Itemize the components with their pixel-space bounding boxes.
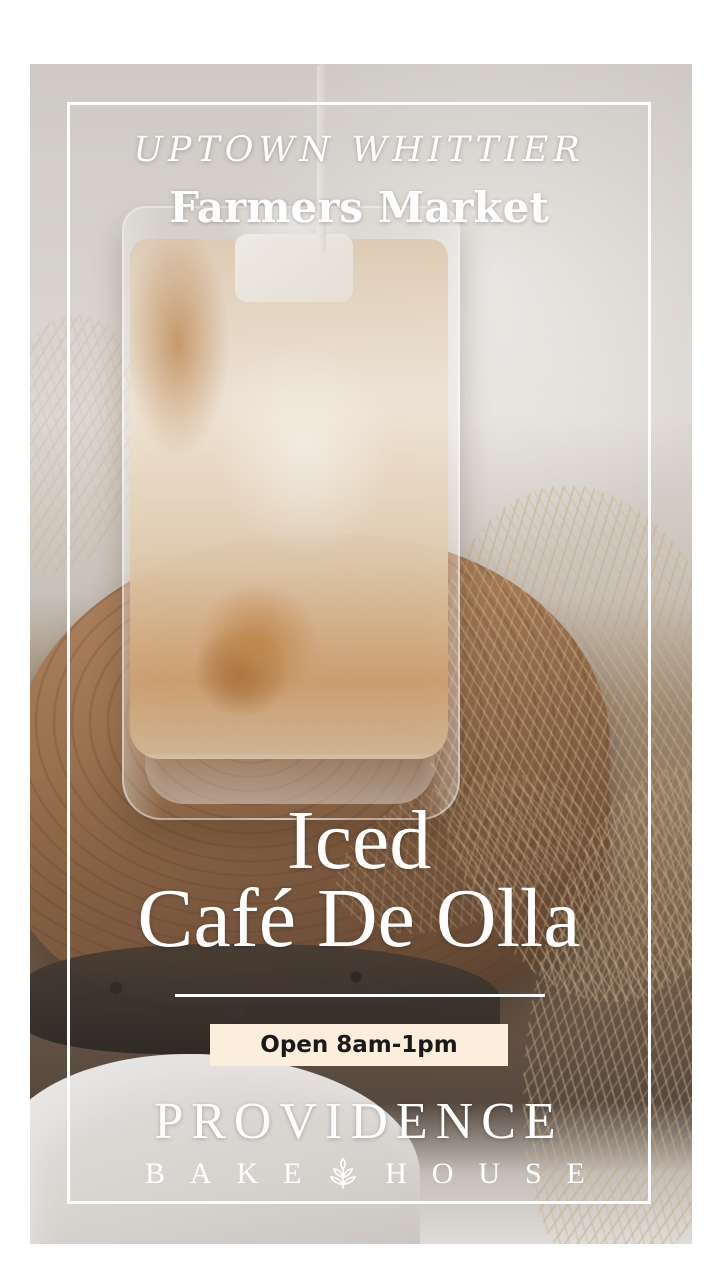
- hours-badge: Open 8am-1pm: [210, 1024, 508, 1066]
- brand-sub-letter: B: [145, 1157, 166, 1190]
- brand-sub-letter: H: [385, 1157, 407, 1190]
- brand-sub-letter: E: [566, 1157, 585, 1190]
- brand-sub-letter: U: [478, 1157, 501, 1190]
- product-title-line2: Café De Olla: [137, 872, 581, 965]
- brand-sub-letter: O: [431, 1157, 454, 1190]
- brand-sub-letter: E: [283, 1157, 302, 1190]
- brand-sub-letter: S: [524, 1157, 542, 1190]
- leaf-sprig-icon: [330, 1157, 357, 1189]
- brand-sub-letter: A: [189, 1157, 212, 1190]
- event-headline: Farmers Market: [169, 183, 549, 232]
- divider: [175, 994, 545, 997]
- brand-name: PROVIDENCE: [154, 1093, 564, 1150]
- location-kicker: UPTOWN WHITTIER: [133, 130, 585, 170]
- hours-text: Open 8am-1pm: [260, 1032, 458, 1058]
- brand-subtitle: B A K E H O U S E: [145, 1156, 585, 1192]
- poster: UPTOWN WHITTIER Farmers Market Iced Café…: [0, 0, 720, 1280]
- brand-sub-letter: K: [236, 1157, 259, 1190]
